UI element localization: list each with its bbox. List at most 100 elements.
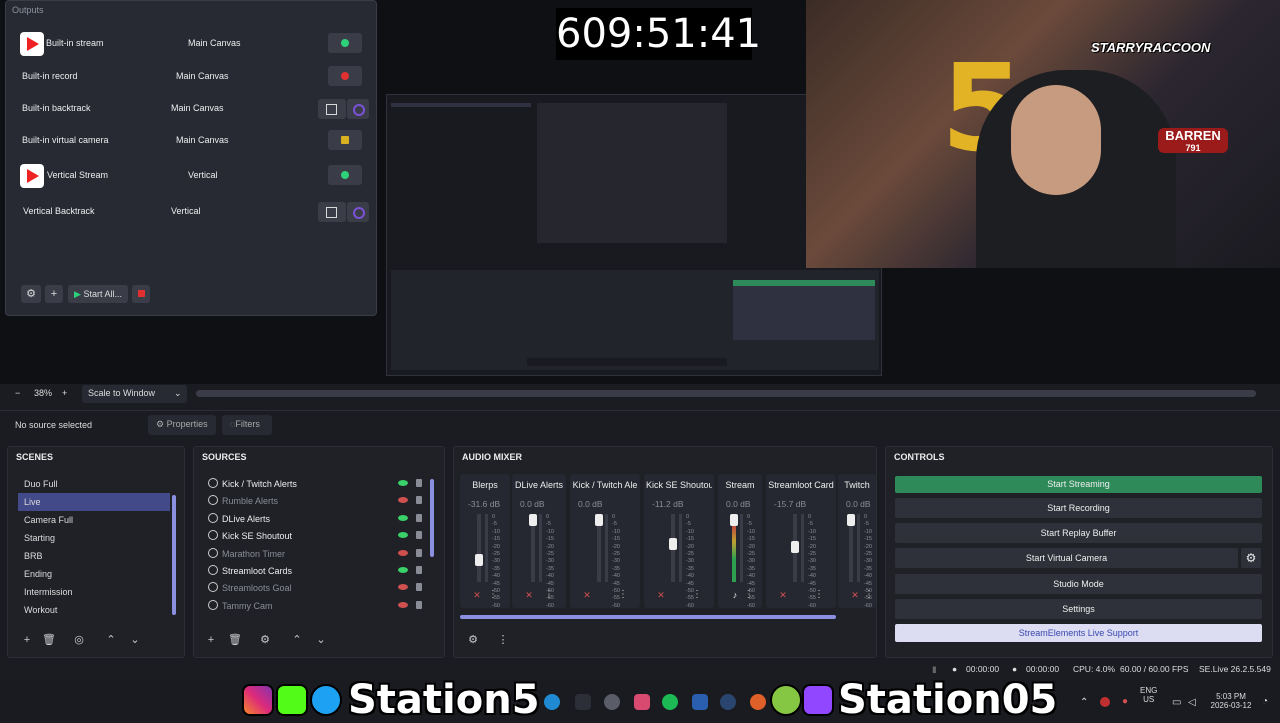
properties-button[interactable]: ⚙ Properties <box>148 415 216 435</box>
vertical-backtrack-checkbox[interactable] <box>318 202 346 222</box>
edge-icon[interactable] <box>544 694 560 710</box>
gear-icon[interactable]: ⚙ <box>464 631 482 649</box>
speaker-icon[interactable]: ♪ <box>728 588 742 602</box>
chevron-up-icon[interactable]: ⌃ <box>1080 697 1088 708</box>
kebab-menu-icon[interactable]: ⋮ <box>542 588 556 602</box>
add-scene-button[interactable]: + <box>18 631 36 649</box>
kebab-menu-icon[interactable]: ⋮ <box>616 588 630 602</box>
app-icon[interactable] <box>692 694 708 710</box>
gear-icon[interactable]: ⚙ <box>256 631 274 649</box>
eye-icon[interactable] <box>398 497 408 504</box>
clock[interactable]: 5:03 PM 2026-03-12 <box>1208 692 1254 710</box>
streamelements-support-button[interactable]: StreamElements Live Support <box>895 624 1262 642</box>
source-item[interactable]: Kick / Twitch Alerts <box>202 475 426 492</box>
filters-button[interactable]: ◌Filters <box>222 415 272 435</box>
lock-icon[interactable] <box>416 548 422 557</box>
eye-icon[interactable] <box>398 584 408 591</box>
source-item[interactable]: Tammy Cam <box>202 597 426 614</box>
source-item[interactable]: DLive Alerts <box>202 510 426 527</box>
gear-icon[interactable]: ⚙ <box>21 285 41 303</box>
language-indicator[interactable]: ENG US <box>1140 686 1157 704</box>
lock-icon[interactable] <box>416 531 422 540</box>
kebab-menu-icon[interactable]: ⋮ <box>812 588 826 602</box>
scene-item[interactable]: Starting <box>18 529 170 547</box>
scenes-scrollbar[interactable] <box>172 495 176 615</box>
start-replay-buffer-button[interactable]: Start Replay Buffer <box>895 523 1262 543</box>
source-item[interactable]: Marathon Timer <box>202 545 426 562</box>
steam-icon[interactable] <box>720 694 736 710</box>
volume-slider[interactable] <box>529 514 537 526</box>
speaker-icon[interactable]: ✕ <box>522 588 536 602</box>
plus-icon[interactable]: + <box>45 285 63 303</box>
volume-slider[interactable] <box>475 554 483 566</box>
move-down-icon[interactable]: ⌄ <box>312 631 330 649</box>
start-recording-button[interactable]: Start Recording <box>895 498 1262 518</box>
lock-icon[interactable] <box>416 479 422 487</box>
gear-icon[interactable]: ⚙ <box>1241 548 1261 568</box>
network-icon[interactable]: ▭ <box>1172 697 1181 708</box>
move-down-icon[interactable]: ⌄ <box>126 631 144 649</box>
eye-icon[interactable] <box>398 549 408 556</box>
volume-slider[interactable] <box>730 514 738 526</box>
browser-icon[interactable] <box>750 694 766 710</box>
volume-slider[interactable] <box>791 541 799 553</box>
scene-item[interactable]: Ending <box>18 565 170 583</box>
scale-mode-select[interactable]: Scale to Window ⌄ <box>82 385 187 403</box>
eye-icon[interactable] <box>398 532 408 539</box>
scene-filters-icon[interactable]: ◎ <box>70 631 88 649</box>
speaker-icon[interactable]: ✕ <box>580 588 594 602</box>
lock-icon[interactable] <box>416 583 422 592</box>
studio-mode-button[interactable]: Studio Mode <box>895 574 1262 594</box>
app-icon[interactable] <box>634 694 650 710</box>
scene-item-active[interactable]: Live <box>18 493 170 511</box>
backtrack-checkbox[interactable] <box>318 99 346 119</box>
add-source-button[interactable]: + <box>202 631 220 649</box>
notification-icon[interactable]: ◔ <box>1262 696 1268 707</box>
move-up-icon[interactable]: ⌃ <box>288 631 306 649</box>
settings-button[interactable]: Settings <box>895 599 1262 619</box>
mixer-horizontal-scrollbar[interactable] <box>460 615 836 619</box>
start-streaming-button[interactable]: Start Streaming <box>895 476 1262 493</box>
volume-slider[interactable] <box>847 514 855 526</box>
move-up-icon[interactable]: ⌃ <box>102 631 120 649</box>
kebab-menu-icon[interactable]: ⋮ <box>494 631 512 649</box>
kebab-menu-icon[interactable]: ⋮ <box>862 588 876 602</box>
scene-item[interactable]: BRB <box>18 547 170 565</box>
stop-all-button[interactable] <box>132 285 150 303</box>
kebab-menu-icon[interactable]: ⋮ <box>690 588 704 602</box>
trash-icon[interactable]: 🗑 <box>226 631 244 649</box>
record-toggle-button[interactable] <box>328 66 362 86</box>
kebab-menu-icon[interactable]: ⋮ <box>742 588 756 602</box>
virtual-camera-toggle-button[interactable] <box>328 130 362 150</box>
trash-icon[interactable]: 🗑 <box>40 631 58 649</box>
speaker-icon[interactable]: ✕ <box>776 588 790 602</box>
vertical-backtrack-status-icon[interactable] <box>347 202 369 222</box>
microphone-icon[interactable]: ● <box>1122 696 1128 707</box>
start-all-button[interactable]: ▶ Start All... <box>68 285 128 303</box>
speaker-icon[interactable]: ✕ <box>848 588 862 602</box>
source-item[interactable]: Streamloots Goal <box>202 579 426 596</box>
source-item[interactable]: Rumble Alerts <box>202 492 426 509</box>
discord-icon[interactable] <box>575 694 591 710</box>
vertical-stream-toggle-button[interactable] <box>328 165 362 185</box>
speaker-icon[interactable]: ✕ <box>470 588 484 602</box>
volume-slider[interactable] <box>595 514 603 526</box>
speaker-icon[interactable]: ✕ <box>654 588 668 602</box>
backtrack-status-icon[interactable] <box>347 99 369 119</box>
tray-app-icon[interactable] <box>1100 697 1110 707</box>
obs-icon[interactable] <box>604 694 620 710</box>
kebab-menu-icon[interactable]: ⋮ <box>486 588 500 602</box>
lock-icon[interactable] <box>416 513 422 522</box>
eye-icon[interactable] <box>398 601 408 608</box>
scene-item[interactable]: Camera Full <box>18 511 170 529</box>
zoom-out-button[interactable]: − <box>15 388 20 398</box>
stream-toggle-button[interactable] <box>328 33 362 53</box>
volume-icon[interactable]: ◁ <box>1188 697 1196 708</box>
scene-item[interactable]: Duo Full <box>18 475 170 493</box>
eye-icon[interactable] <box>398 566 408 573</box>
lock-icon[interactable] <box>416 565 422 574</box>
preview-horizontal-scrollbar[interactable] <box>196 390 1256 397</box>
start-virtual-camera-button[interactable]: Start Virtual Camera <box>895 548 1238 568</box>
scene-item[interactable]: Intermission <box>18 583 170 601</box>
scene-item[interactable]: Workout <box>18 601 170 619</box>
